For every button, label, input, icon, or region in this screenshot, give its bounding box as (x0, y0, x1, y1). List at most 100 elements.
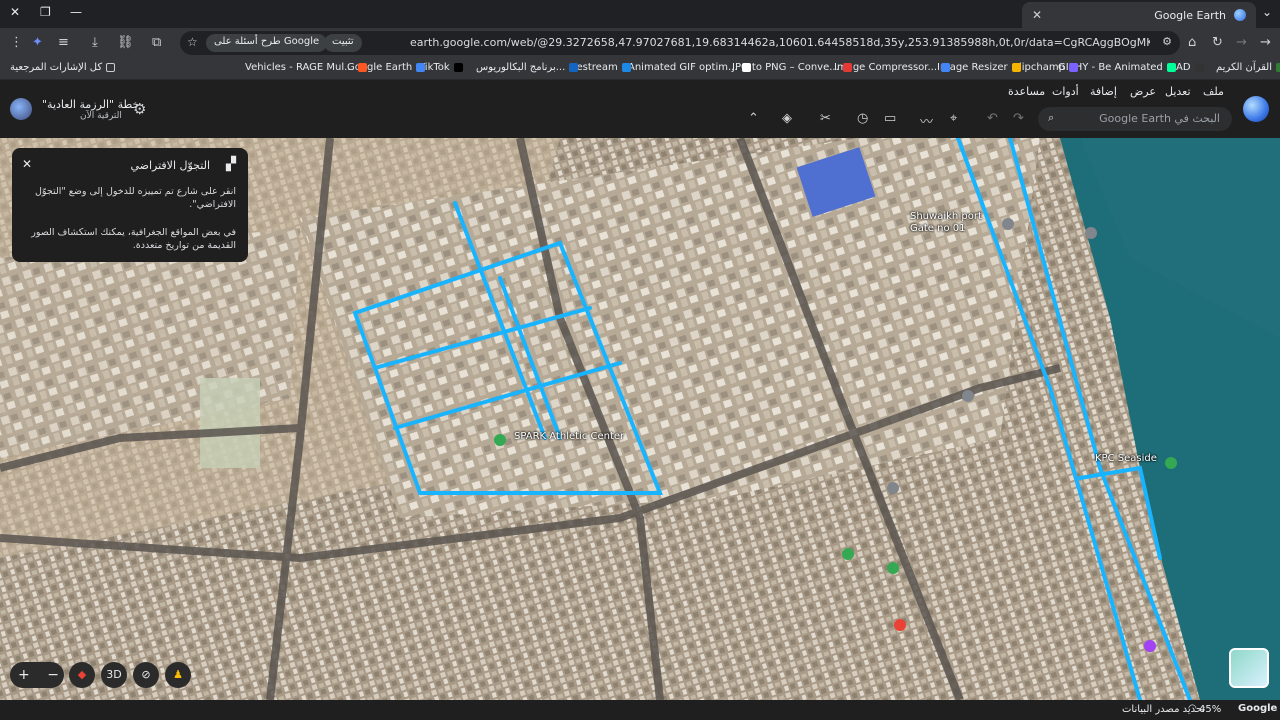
bookmark-favicon-icon (1166, 63, 1176, 72)
poi-gray-marker[interactable] (962, 390, 974, 402)
plan-title: خطة "الرزمة العادية" (42, 98, 140, 111)
map-style-button[interactable] (1229, 648, 1269, 688)
path-icon[interactable]: 〰 (920, 111, 933, 130)
poi-purple-marker[interactable] (1144, 640, 1156, 652)
bookmark-item[interactable]: TikTok (419, 62, 463, 73)
bookmark-favicon-icon (453, 63, 463, 72)
earth-header: خطة "الرزمة العادية" الترقية الآن ⚙ ملف ت… (0, 80, 1280, 138)
site-settings-icon[interactable]: ⚙ (1162, 35, 1172, 48)
upgrade-link[interactable]: الترقية الآن (80, 111, 122, 121)
map-label-spark[interactable]: SPARK Athletic Center (514, 431, 624, 442)
status-bar: Google 45% ◠ تحديد مصدر البيانات (0, 700, 1280, 720)
menu-item-4[interactable]: أدوات (1052, 85, 1079, 98)
bookmark-favicon-icon (569, 63, 579, 72)
redo-icon[interactable]: ↷ (1013, 111, 1024, 126)
menu-icon[interactable]: ⋮ (10, 35, 23, 50)
poi-spark-marker[interactable] (494, 434, 506, 446)
restore-window-icon[interactable]: ❐ (40, 5, 51, 19)
bookmark-star-icon[interactable]: ☆ (187, 35, 198, 49)
placemark-icon[interactable]: ⌖ (950, 111, 957, 126)
menu-item-3[interactable]: إضافة (1090, 85, 1117, 98)
close-tab-icon[interactable]: ✕ (1032, 8, 1042, 22)
historical-imagery-icon[interactable]: ◷ (857, 111, 868, 126)
collapse-toolbar-icon[interactable]: ⌃ (748, 111, 759, 126)
browser-tab-bar: ✕ ❐ — + Google Earth ✕ ⌄ (0, 0, 1280, 28)
bookmark-item[interactable]: Restream (570, 62, 631, 73)
extensions-puzzle-icon[interactable]: ⧉ (152, 35, 161, 50)
folder-icon (106, 63, 116, 72)
popup-title: التجوّل الافتراضي (130, 159, 210, 172)
extension-icon[interactable]: ✦ (32, 35, 43, 50)
menu-item-0[interactable]: ملف (1203, 85, 1224, 98)
poi-green-marker[interactable] (887, 562, 899, 574)
avatar[interactable] (10, 98, 32, 120)
media-icon[interactable]: ≡ (58, 35, 69, 50)
menu-item-5[interactable]: مساعدة (1008, 85, 1045, 98)
omnibox[interactable]: ☆ طرح أسئلة على Google تثبيت earth.googl… (180, 31, 1180, 55)
streetview-map-icon: ▞ (226, 157, 236, 172)
menu-item-1[interactable]: تعديل (1165, 85, 1191, 98)
earth-globe-logo[interactable] (1243, 96, 1269, 122)
tab-title: Google Earth (1154, 8, 1226, 22)
tab-search-icon[interactable]: ⌄ (1262, 5, 1272, 19)
bookmark-favicon-icon (1068, 63, 1078, 72)
url-text[interactable]: earth.google.com/web/@29.3272658,47.9702… (410, 36, 1150, 49)
close-popup-icon[interactable]: ✕ (22, 157, 32, 171)
bookmark-item[interactable]: Clipchamp (1012, 62, 1078, 73)
measure-icon[interactable]: ▭ (884, 111, 896, 126)
poi-kpc-marker[interactable] (1165, 457, 1177, 469)
popup-text-1: انقر على شارع تم تمييزه للدخول إلى وضع "… (35, 186, 236, 210)
tab-google-earth[interactable]: Google Earth ✕ (1022, 2, 1256, 28)
settings-gear-icon[interactable]: ⚙ (133, 100, 146, 118)
bookmark-label: AD (1176, 62, 1191, 73)
bookmark-favicon-icon (1011, 63, 1021, 72)
map-label-shuwaikh[interactable]: Shuwaikh port Gate no 01 (910, 211, 1006, 235)
pegman-icon[interactable]: ♟ (165, 662, 191, 688)
popup-text-2: في بعض المواقع الجغرافية، يمكنك استكشاف … (31, 227, 236, 251)
link-icon[interactable]: ⛓ (117, 35, 134, 50)
streetview-toggle-icon[interactable]: ✂ (820, 111, 831, 126)
zoom-in-button[interactable]: + (18, 667, 30, 683)
download-icon[interactable]: ⤓ (92, 35, 98, 50)
home-icon[interactable]: ⌂ (1188, 35, 1196, 50)
tilt-icon[interactable]: ⊘ (133, 662, 159, 688)
poi-gray-marker-3[interactable] (1085, 227, 1097, 239)
zoom-control: + − (10, 662, 64, 688)
close-window-icon[interactable]: ✕ (10, 5, 20, 19)
poi-gray-marker-2[interactable] (887, 482, 899, 494)
forward-icon[interactable]: → (1236, 35, 1247, 50)
search-placeholder: البحث في Google Earth (1099, 112, 1220, 125)
virtual-tour-popup: ✕ ▞ التجوّل الافتراضي انقر على شارع تم ت… (12, 148, 248, 262)
bookmark-label: Vehicles - RAGE Mul... (245, 62, 354, 73)
bookmark-favicon-icon (416, 63, 426, 72)
ask-google-chip[interactable]: طرح أسئلة على Google (206, 34, 328, 52)
data-attribution-link[interactable]: تحديد مصدر البيانات (1122, 704, 1205, 715)
bookmark-item[interactable]: AD (1176, 62, 1204, 73)
google-logo: Google (1238, 703, 1278, 714)
address-bar: ⋮ ✦ ≡ ⤓ ⛓ ⧉ ☆ طرح أسئلة على Google تثبيت… (0, 28, 1280, 58)
earth-search-input[interactable]: البحث في Google Earth ⌕ (1038, 107, 1232, 131)
reload-icon[interactable]: ↻ (1212, 35, 1223, 50)
undo-icon[interactable]: ↶ (987, 111, 998, 126)
toggle-3d-button[interactable]: 3D (101, 662, 127, 688)
bookmark-favicon-icon (842, 63, 852, 72)
compass-button[interactable]: ◆ (69, 662, 95, 688)
bookmark-item[interactable]: برنامج البكالوريوس... (476, 62, 579, 73)
map-label-kpc[interactable]: KPC Seaside (1095, 453, 1157, 464)
menu-item-2[interactable]: عرض (1130, 85, 1156, 98)
bookmark-item[interactable]: Vehicles - RAGE Mul... (245, 62, 367, 73)
search-icon: ⌕ (1048, 111, 1055, 124)
bookmark-label: Animated GIF optim... (628, 62, 738, 73)
poi-park-marker[interactable] (842, 548, 854, 560)
layers-icon[interactable]: ◈ (782, 111, 792, 126)
bookmark-item[interactable]: القرآن الكريم (1216, 62, 1280, 73)
install-chip[interactable]: تثبيت (324, 34, 362, 52)
zoom-out-button[interactable]: − (47, 667, 59, 683)
back-icon[interactable]: → (1260, 35, 1271, 50)
bookmark-item[interactable]: Animated GIF optim... (628, 62, 751, 73)
minimize-window-icon[interactable]: — (70, 5, 82, 19)
bookmark-favicon-icon (741, 63, 751, 72)
bookmark-favicon-icon (621, 63, 631, 72)
all-bookmarks[interactable]: كل الإشارات المرجعية (10, 62, 116, 73)
hospital-marker[interactable] (894, 619, 906, 631)
